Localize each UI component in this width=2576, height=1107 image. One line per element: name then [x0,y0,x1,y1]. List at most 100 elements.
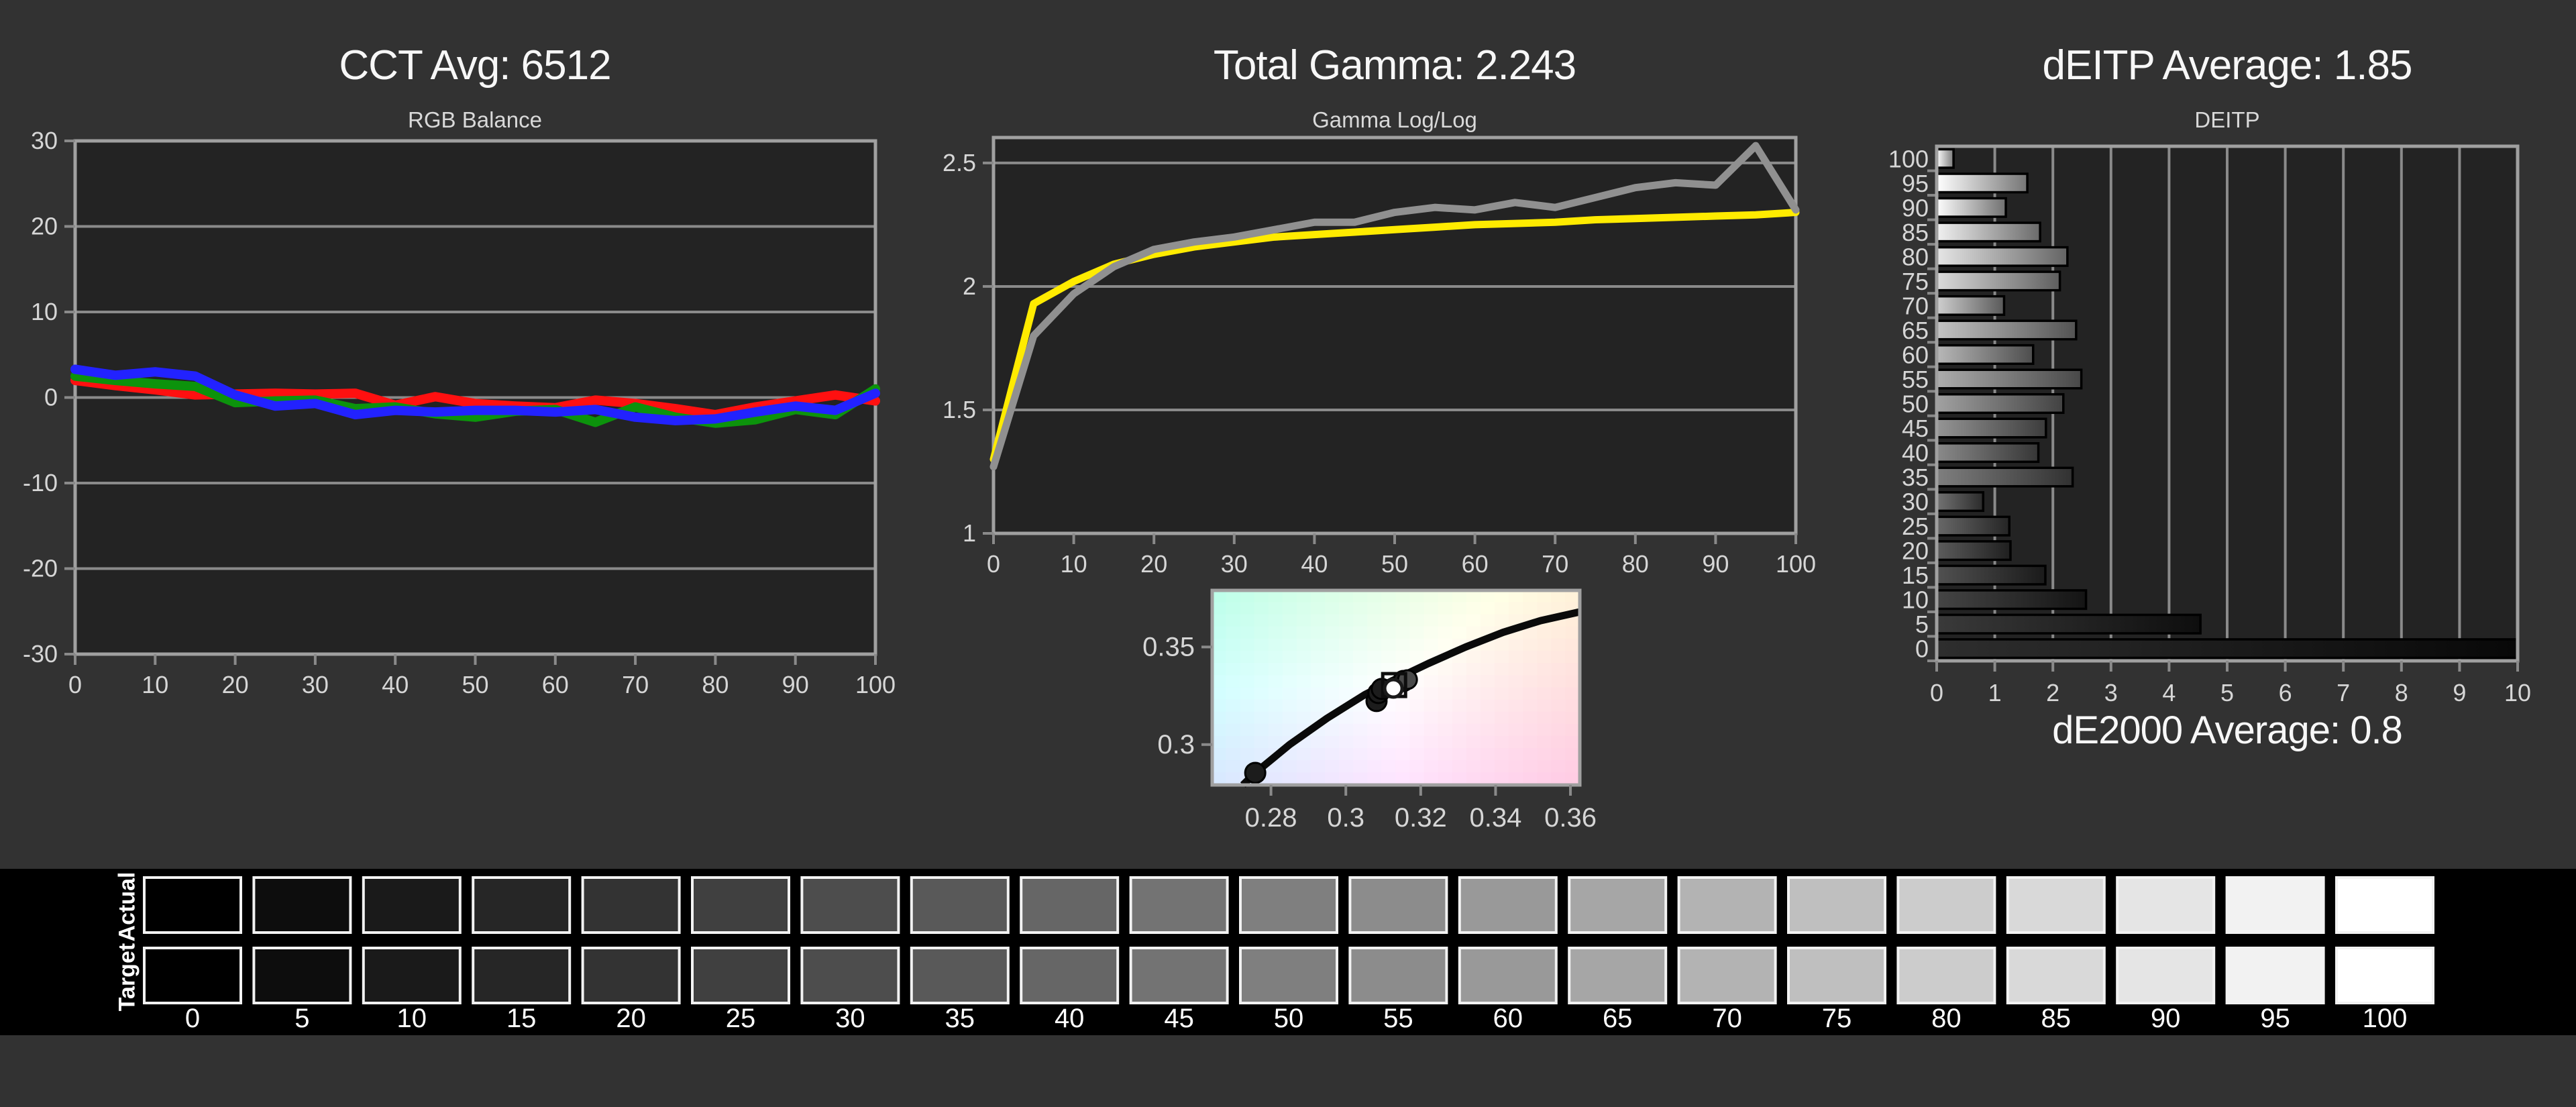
svg-text:20: 20 [31,213,58,240]
deitp-bar-20 [1935,540,2012,562]
deitp-bar-10 [1935,589,2088,611]
deitp-bar-30 [1935,491,1985,513]
svg-text:70: 70 [1712,1004,1742,1033]
svg-text:30: 30 [835,1004,865,1033]
target-swatch-80 [1896,947,1996,1004]
target-swatch-40 [1020,947,1120,1004]
svg-text:35: 35 [945,1004,975,1033]
svg-text:65: 65 [1902,317,1929,344]
target-swatch-90 [2116,947,2216,1004]
svg-text:0.32: 0.32 [1395,803,1447,833]
svg-text:25: 25 [726,1004,756,1033]
actual-swatch-20 [581,876,681,934]
total-gamma-title: Total Gamma: 2.243 [1213,42,1576,89]
svg-text:0: 0 [1930,679,1943,706]
actual-swatch-90 [2116,876,2216,934]
svg-text:0.34: 0.34 [1470,803,1522,833]
svg-text:90: 90 [1902,194,1929,221]
actual-swatch-35 [910,876,1010,934]
grayscale-ramp-strip: 0 5 10 15 20 25 30 35 40 45 50 55 60 65 70 75 80 85 90 95 10… [0,869,2576,1035]
target-swatch-45 [1129,947,1229,1004]
svg-text:30: 30 [1902,488,1929,516]
deitp-average-title: dEITP Average: 1.85 [2042,42,2413,89]
target-swatch-75 [1787,947,1886,1004]
svg-text:25: 25 [1902,513,1929,540]
actual-swatch-75 [1787,876,1886,934]
deitp-bar-80 [1935,246,2069,267]
svg-text:50: 50 [1381,550,1408,578]
svg-text:0: 0 [987,550,1000,578]
svg-text:10: 10 [31,298,58,325]
svg-text:100: 100 [2363,1004,2408,1033]
deitp-bar-60 [1935,344,2035,365]
svg-text:80: 80 [702,671,729,698]
svg-text:10: 10 [397,1004,427,1033]
actual-swatch-50 [1239,876,1338,934]
gamma-loglog-chart: 2.5 2 1.5 10 10 20 30 40 50 60 70 80 90 100 [943,136,1816,578]
svg-text:0: 0 [185,1004,200,1033]
svg-text:70: 70 [1902,292,1929,319]
svg-text:100: 100 [1888,145,1929,172]
actual-swatch-45 [1129,876,1229,934]
deitp-bar-45 [1935,417,2047,439]
deitp-bar-25 [1935,515,2010,537]
actual-swatch-80 [1896,876,1996,934]
svg-text:0: 0 [68,671,82,698]
svg-text:10: 10 [1902,586,1929,614]
svg-text:10: 10 [2504,679,2531,706]
actual-swatch-25 [691,876,790,934]
svg-text:85: 85 [1902,219,1929,246]
svg-text:40: 40 [382,671,409,698]
svg-text:20: 20 [1140,550,1167,578]
svg-text:1: 1 [1988,679,2002,706]
svg-text:2: 2 [2046,679,2059,706]
target-swatch-25 [691,947,790,1004]
svg-text:2: 2 [963,272,976,300]
deitp-bar-75 [1935,270,2061,292]
white-point-cie-chart: 0.28 0.3 0.32 0.34 0.36 0.35 0.3 [1142,588,1597,833]
rgb-balance-chart: 3020100-10-20-300 10 20 30 40 50 60 70 80 90 100 [23,127,896,698]
cct-average-title: CCT Avg: 6512 [339,42,611,89]
svg-text:5: 5 [294,1004,309,1033]
svg-text:-10: -10 [23,469,58,496]
svg-text:4: 4 [2162,679,2176,706]
actual-swatch-85 [2006,876,2106,934]
svg-text:1.5: 1.5 [943,396,976,423]
deitp-bar-90 [1935,197,2007,218]
svg-text:85: 85 [2041,1004,2072,1033]
svg-text:80: 80 [1931,1004,1962,1033]
svg-text:8: 8 [2395,679,2408,706]
ramp-row-label-target: Target [114,943,140,1012]
target-swatch-15 [472,947,572,1004]
deitp-bar-0 [1935,638,2519,660]
target-swatch-35 [910,947,1010,1004]
actual-swatch-60 [1458,876,1558,934]
svg-text:0.3: 0.3 [1327,803,1364,833]
target-swatch-30 [800,947,900,1004]
svg-text:70: 70 [1542,550,1568,578]
svg-text:-30: -30 [23,640,58,668]
svg-text:60: 60 [1462,550,1489,578]
deitp-bar-100 [1935,148,1955,169]
svg-text:20: 20 [222,671,249,698]
svg-text:45: 45 [1164,1004,1194,1033]
svg-text:60: 60 [1493,1004,1523,1033]
svg-text:15: 15 [1902,562,1929,589]
svg-text:15: 15 [506,1004,537,1033]
target-swatch-70 [1677,947,1777,1004]
deitp-bar-40 [1935,442,2040,464]
svg-text:0: 0 [1915,635,1929,663]
deitp-bar-55 [1935,368,2083,390]
rgb-balance-subtitle: RGB Balance [408,107,542,132]
svg-text:10: 10 [142,671,168,698]
actual-swatch-70 [1677,876,1777,934]
svg-text:7: 7 [2337,679,2350,706]
actual-swatch-30 [800,876,900,934]
actual-swatch-10 [362,876,462,934]
actual-swatch-100 [2335,876,2434,934]
target-swatch-0 [143,947,242,1004]
svg-text:3: 3 [2104,679,2118,706]
svg-text:45: 45 [1902,415,1929,442]
deitp-bar-5 [1935,613,2202,635]
reference-white-circle [1383,678,1404,699]
